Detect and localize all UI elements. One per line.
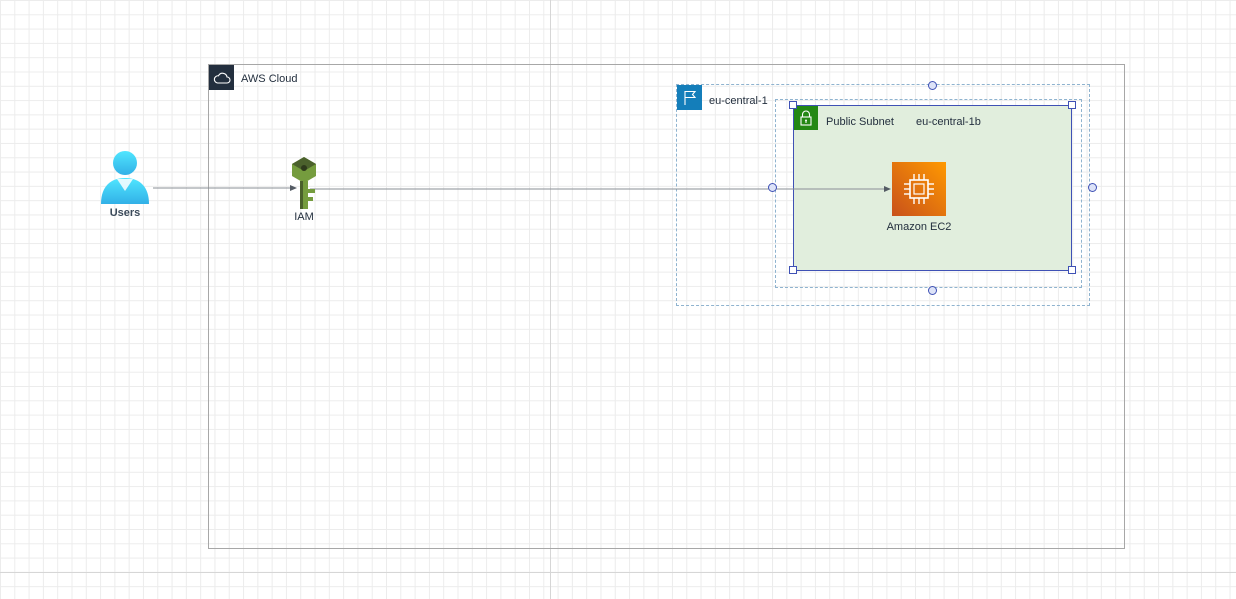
availability-zone-label: eu-central-1b — [916, 116, 981, 128]
corner-handle-bottom-left[interactable] — [789, 266, 797, 274]
ec2-chip-icon[interactable] — [892, 162, 946, 216]
region-label: eu-central-1 — [709, 95, 768, 107]
user-icon[interactable] — [97, 148, 153, 206]
flag-icon — [677, 85, 702, 110]
lock-icon — [794, 106, 818, 130]
iam-label: IAM — [294, 211, 314, 223]
cloud-icon — [209, 65, 234, 90]
resize-handle-left[interactable] — [768, 183, 777, 192]
rotate-handle-top[interactable] — [928, 81, 937, 90]
corner-handle-top-right[interactable] — [1068, 101, 1076, 109]
grid-major-line-horizontal — [0, 572, 1236, 573]
resize-handle-bottom[interactable] — [928, 286, 937, 295]
corner-handle-bottom-right[interactable] — [1068, 266, 1076, 274]
resize-handle-right[interactable] — [1088, 183, 1097, 192]
iam-key-icon[interactable] — [287, 155, 321, 211]
users-label: Users — [109, 207, 141, 219]
public-subnet-label: Public Subnet — [826, 116, 894, 128]
ec2-label: Amazon EC2 — [886, 221, 952, 233]
corner-handle-top-left[interactable] — [789, 101, 797, 109]
aws-cloud-label: AWS Cloud — [241, 73, 298, 85]
